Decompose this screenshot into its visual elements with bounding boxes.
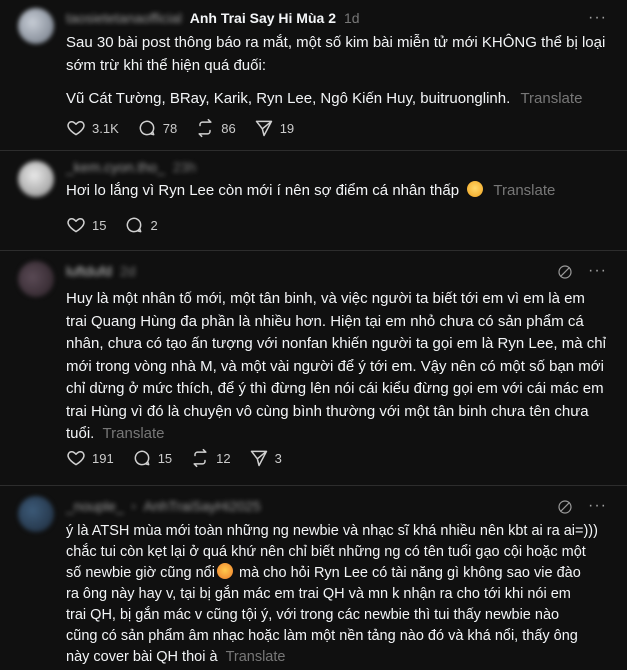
send-icon: [250, 450, 267, 467]
text-line: Huy là một nhân tố mới, một tân binh, và…: [66, 290, 585, 307]
translate-link[interactable]: Translate: [520, 90, 582, 107]
text-line: cũng có sản phẩm âm nhạc hoặc làm một nề…: [66, 628, 578, 644]
post-header: _kem.cyon.tho_ 23h: [66, 159, 196, 175]
avatar[interactable]: [18, 8, 54, 44]
share-count: 19: [279, 120, 295, 136]
like-count: 191: [92, 450, 114, 466]
chevron-right-icon: ›: [131, 499, 136, 513]
repost-button[interactable]: 86: [195, 118, 236, 138]
text-line: trai QH, bị gắn mác v cũng tội ý, với tr…: [66, 607, 560, 623]
community-name[interactable]: Anh Trai Say Hi Mùa 2: [190, 10, 336, 26]
timestamp: 23h: [172, 159, 197, 175]
text-line-content: số newbie giờ cũng nổi: [66, 565, 215, 581]
post-text: Huy là một nhân tố mới, một tân binh, và…: [66, 288, 606, 446]
text-line: số newbie giờ cũng nổi mà cho hỏi Ryn Le…: [66, 563, 606, 584]
share-button[interactable]: 3: [249, 448, 282, 468]
like-button[interactable]: 3.1K: [66, 118, 119, 138]
more-options-icon[interactable]: ···: [588, 497, 607, 515]
comment-count: 15: [157, 450, 173, 466]
repost-button[interactable]: 12: [190, 448, 231, 468]
like-button[interactable]: 15: [66, 215, 106, 235]
comment-bubble-icon: [139, 120, 155, 136]
post-1[interactable]: taosietetanaofficial Anh Trai Say Hi Mùa…: [0, 0, 627, 150]
heart-icon: [67, 451, 85, 466]
text-line: Hơi lo lắng vì Ryn Lee còn mới í nên sợ …: [66, 182, 460, 199]
threads-feed: taosietetanaofficial Anh Trai Say Hi Mùa…: [0, 0, 627, 670]
action-bar: 15 2: [66, 215, 176, 235]
text-line: tuổi. Translate: [66, 423, 606, 446]
translate-link[interactable]: Translate: [226, 649, 286, 665]
like-button[interactable]: 191: [66, 448, 114, 468]
comment-count: 2: [150, 217, 158, 233]
action-bar: 191 15 12 3: [66, 448, 300, 468]
text-line-content: mà cho hỏi Ryn Lee có tài năng gì không …: [234, 565, 581, 581]
repost-icon: [198, 118, 212, 138]
post-text: ý là ATSH mùa mới toàn những ng newbie v…: [66, 521, 606, 668]
comment-button[interactable]: 15: [132, 448, 172, 468]
action-bar: 3.1K 78 86 19: [66, 118, 312, 138]
more-options-icon[interactable]: ···: [588, 9, 607, 27]
more-options-icon[interactable]: ···: [588, 262, 607, 280]
text-line: chỉ dừng ở mức thích, để ý thì đừng lên …: [66, 380, 604, 397]
translate-link[interactable]: Translate: [493, 182, 555, 199]
send-icon: [255, 120, 272, 137]
text-line-content: tuổi.: [66, 425, 95, 442]
text-line: mới trong vòng nhà M, và một vài người đ…: [66, 357, 604, 375]
like-count: 15: [92, 217, 107, 233]
username[interactable]: taosietetanaofficial: [66, 10, 182, 26]
post-4[interactable]: _nouple_ › AnhTraiSayHi2025 ··· ý là ATS…: [0, 486, 627, 670]
post-text: Sau 30 bài post thông báo ra mắt, một số…: [66, 32, 606, 111]
heart-icon: [67, 121, 85, 136]
post-text: Hơi lo lắng vì Ryn Lee còn mới í nên sợ …: [66, 180, 606, 203]
avatar[interactable]: [18, 496, 54, 532]
timestamp: 2d: [119, 263, 136, 279]
text-line: trai Quang Hùng đa phần là nhiều hơn. Hi…: [66, 312, 584, 330]
text-line: ý là ATSH mùa mới toàn những ng newbie v…: [66, 523, 598, 539]
share-button[interactable]: 19: [254, 118, 294, 138]
hide-eye-icon[interactable]: [557, 499, 573, 515]
timestamp: 1d: [343, 10, 360, 26]
hide-eye-icon[interactable]: [557, 264, 573, 280]
comment-bubble-icon: [127, 217, 142, 233]
text-line-content: này cover bài QH thoi à: [66, 649, 218, 665]
text-line: trai Hùng vì đó là chuyện vô cùng bình t…: [66, 402, 589, 420]
text-line-content: Vũ Cát Tường, BRay, Karik, Ryn Lee, Ngô …: [66, 90, 511, 107]
post-header: _nouple_ › AnhTraiSayHi2025: [66, 498, 261, 514]
community-name[interactable]: AnhTraiSayHi2025: [144, 498, 261, 514]
username[interactable]: luftdufd: [66, 263, 112, 279]
heart-icon: [67, 218, 85, 233]
post-3[interactable]: luftdufd 2d ··· Huy là một nhân tố mới, …: [0, 251, 627, 484]
comment-button[interactable]: 78: [137, 118, 177, 138]
username[interactable]: _kem.cyon.tho_: [66, 159, 165, 175]
username[interactable]: _nouple_: [66, 498, 124, 514]
worried-face-icon: [467, 181, 484, 197]
comment-count: 78: [162, 120, 178, 136]
avatar[interactable]: [18, 161, 54, 197]
text-line: ra ông này hay v, tại bị gắn mác em trai…: [66, 586, 571, 602]
repost-count: 12: [216, 450, 231, 466]
like-count: 3.1K: [92, 120, 119, 136]
text-line: Sau 30 bài post thông báo ra mắt, một số…: [66, 34, 606, 51]
post-2[interactable]: _kem.cyon.tho_ 23h Hơi lo lắng vì Ryn Le…: [0, 151, 627, 249]
repost-icon: [193, 448, 207, 468]
text-line: Vũ Cát Tường, BRay, Karik, Ryn Lee, Ngô …: [66, 88, 606, 111]
comment-bubble-icon: [134, 450, 150, 466]
comment-button[interactable]: 2: [124, 215, 158, 235]
post-header: taosietetanaofficial Anh Trai Say Hi Mùa…: [66, 10, 360, 26]
avatar[interactable]: [18, 261, 54, 297]
text-line: này cover bài QH thoi à Translate: [66, 647, 606, 668]
share-count: 3: [274, 450, 282, 466]
heart-eyes-emoji-icon: [216, 563, 233, 579]
text-line: nhân, chưa có tạo ấn tượng với nonfan kh…: [66, 335, 606, 352]
text-line: sớm trừ khi thể hiện quá đuối:: [66, 56, 266, 74]
post-header: luftdufd 2d: [66, 263, 136, 279]
translate-link[interactable]: Translate: [103, 425, 165, 442]
text-line: chắc tui còn kẹt lại ở quá khứ nên chỉ b…: [66, 544, 586, 560]
repost-count: 86: [221, 120, 236, 136]
